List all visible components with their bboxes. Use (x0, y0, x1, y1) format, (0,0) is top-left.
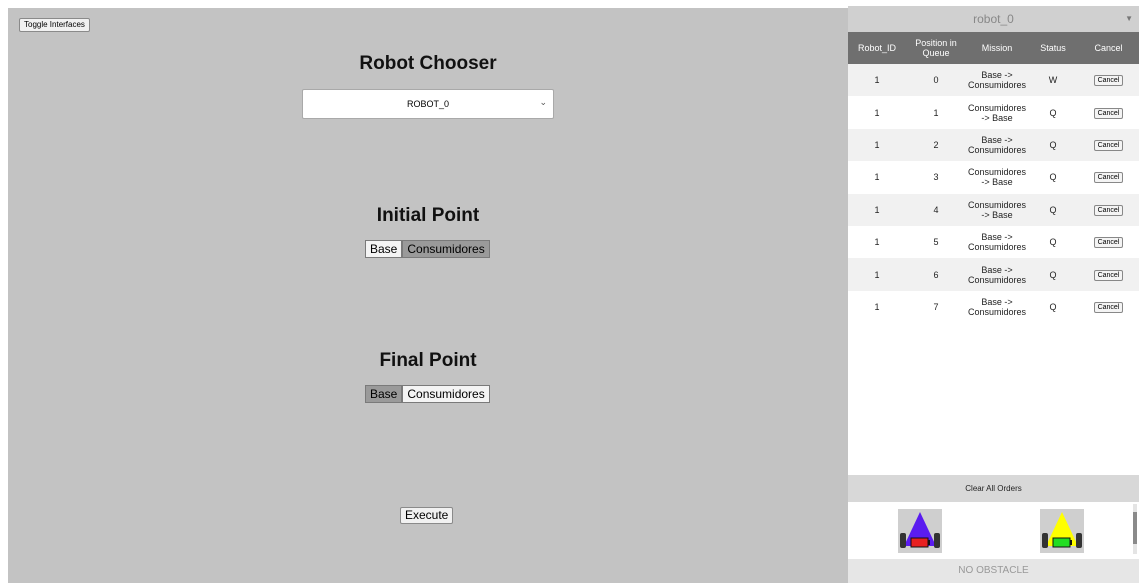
queue-position-cell: 4 (906, 193, 966, 226)
cancel-cell: Cancel (1078, 128, 1139, 162)
cancel-cell: Cancel (1078, 290, 1139, 324)
cancel-order-button[interactable]: Cancel (1093, 107, 1124, 119)
execute-button[interactable]: Execute (400, 507, 454, 524)
initial-point-option-base[interactable]: Base (365, 240, 403, 258)
cancel-order-button[interactable]: Cancel (1093, 237, 1124, 249)
column-header: Robot_ID (848, 32, 906, 64)
status-cell: Q (1028, 258, 1078, 291)
column-header: Position in Queue (906, 32, 966, 64)
robot-list-scrollbar[interactable] (1133, 504, 1137, 554)
status-cell: Q (1028, 128, 1078, 162)
queue-position-cell: 5 (906, 225, 966, 259)
clear-all-orders-button[interactable]: Clear All Orders (848, 475, 1139, 502)
robot-status-card (898, 509, 942, 553)
robot-select[interactable]: ROBOT_0 ⌄ (302, 89, 554, 119)
column-header: Status (1028, 32, 1078, 64)
initial-point-selector: Base Consumidores (365, 240, 490, 258)
cancel-order-button[interactable]: Cancel (1093, 301, 1124, 313)
status-cell: Q (1028, 193, 1078, 226)
table-row: 1 7 Base -> Consumidores Q Cancel (848, 290, 1139, 324)
queue-position-cell: 6 (906, 258, 966, 291)
robot-queue-name: robot_0 (973, 12, 1014, 26)
status-cell: Q (1028, 161, 1078, 194)
robot-chooser-title: Robot Chooser (359, 53, 497, 74)
mission-cell: Base -> Consumidores (966, 225, 1028, 259)
queue-position-cell: 7 (906, 290, 966, 324)
queue-position-cell: 3 (906, 161, 966, 194)
status-cell: Q (1028, 96, 1078, 129)
mission-cell: Consumidores -> Base (966, 96, 1028, 129)
table-row: 1 6 Base -> Consumidores Q Cancel (848, 258, 1139, 291)
queue-position-cell: 0 (906, 64, 966, 97)
queue-table: Robot_ID Position in Queue Mission Statu… (848, 32, 1139, 324)
robot-queue-dropdown[interactable]: robot_0 ▼ (848, 6, 1139, 32)
mission-cell: Consumidores -> Base (966, 161, 1028, 194)
chevron-down-icon: ⌄ (539, 97, 547, 107)
cancel-order-button[interactable]: Cancel (1093, 139, 1124, 151)
column-header: Mission (966, 32, 1028, 64)
status-cell: Q (1028, 290, 1078, 324)
obstacle-status: NO OBSTACLE (848, 559, 1139, 583)
column-header: Cancel (1078, 32, 1139, 64)
cancel-cell: Cancel (1078, 161, 1139, 194)
cancel-cell: Cancel (1078, 64, 1139, 97)
robot-id-cell: 1 (848, 161, 906, 194)
cancel-cell: Cancel (1078, 258, 1139, 291)
robot-id-cell: 1 (848, 64, 906, 97)
queue-position-cell: 2 (906, 128, 966, 162)
robot-icon (900, 512, 940, 548)
table-row: 1 1 Consumidores -> Base Q Cancel (848, 96, 1139, 129)
final-point-title: Final Point (379, 350, 477, 371)
robot-status-card (1040, 509, 1084, 553)
table-row: 1 0 Base -> Consumidores W Cancel (848, 64, 1139, 97)
mission-control-panel: Toggle Interfaces Robot Chooser ROBOT_0 … (8, 8, 848, 583)
mission-cell: Consumidores -> Base (966, 193, 1028, 226)
robot-id-cell: 1 (848, 96, 906, 129)
status-cell: Q (1028, 225, 1078, 259)
robot-id-cell: 1 (848, 258, 906, 291)
status-cell: W (1028, 64, 1078, 97)
cancel-order-button[interactable]: Cancel (1093, 204, 1124, 216)
cancel-order-button[interactable]: Cancel (1093, 172, 1124, 184)
robot-id-cell: 1 (848, 193, 906, 226)
toggle-interfaces-button[interactable]: Toggle Interfaces (19, 18, 90, 32)
queue-position-cell: 1 (906, 96, 966, 129)
table-row: 1 4 Consumidores -> Base Q Cancel (848, 193, 1139, 226)
queue-panel: robot_0 ▼ Robot_ID Position in Queue Mis… (848, 0, 1139, 583)
app: Toggle Interfaces Robot Chooser ROBOT_0 … (0, 0, 1139, 583)
initial-point-title: Initial Point (376, 205, 480, 226)
table-row: 1 2 Base -> Consumidores Q Cancel (848, 128, 1139, 162)
robot-icon (1042, 512, 1082, 548)
table-row: 1 3 Consumidores -> Base Q Cancel (848, 161, 1139, 194)
robot-id-cell: 1 (848, 290, 906, 324)
mission-cell: Base -> Consumidores (966, 258, 1028, 291)
cancel-cell: Cancel (1078, 96, 1139, 129)
robot-id-cell: 1 (848, 128, 906, 162)
mission-cell: Base -> Consumidores (966, 64, 1028, 97)
mission-cell: Base -> Consumidores (966, 290, 1028, 324)
final-point-option-base[interactable]: Base (365, 385, 403, 403)
cancel-order-button[interactable]: Cancel (1093, 75, 1124, 87)
final-point-selector: Base Consumidores (365, 385, 490, 403)
mission-cell: Base -> Consumidores (966, 128, 1028, 162)
queue-table-header: Robot_ID Position in Queue Mission Statu… (848, 32, 1139, 64)
dropdown-arrow-icon: ▼ (1125, 14, 1133, 23)
robot-status-list (848, 502, 1139, 558)
cancel-cell: Cancel (1078, 193, 1139, 226)
cancel-cell: Cancel (1078, 225, 1139, 259)
scrollbar-thumb[interactable] (1133, 512, 1137, 544)
final-point-option-consumidores[interactable]: Consumidores (402, 385, 490, 403)
initial-point-option-consumidores[interactable]: Consumidores (402, 240, 490, 258)
robot-id-cell: 1 (848, 225, 906, 259)
table-row: 1 5 Base -> Consumidores Q Cancel (848, 225, 1139, 259)
robot-select-value: ROBOT_0 (406, 99, 449, 109)
cancel-order-button[interactable]: Cancel (1093, 269, 1124, 281)
